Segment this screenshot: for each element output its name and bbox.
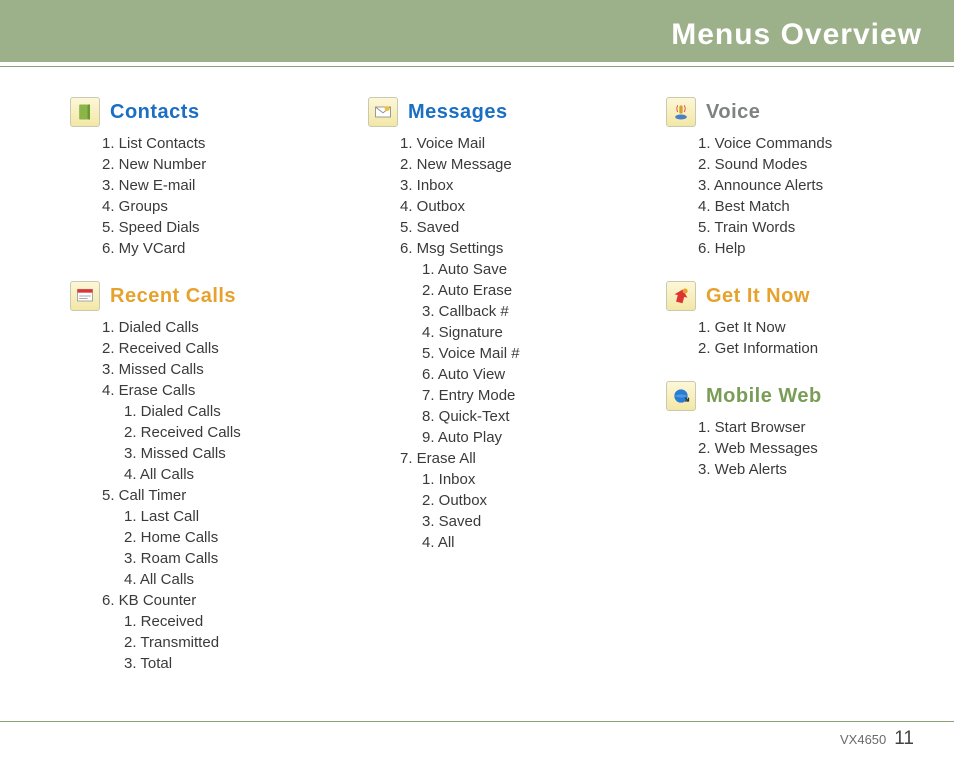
list-item: 3. New E-mail — [102, 175, 298, 196]
list-item: 6. Auto View — [422, 364, 596, 385]
section-voice: Voice 1. Voice Commands2. Sound Modes3. … — [666, 97, 894, 259]
list-item: 4. Best Match — [698, 196, 894, 217]
recent-calls-list: 1. Dialed Calls2. Received Calls3. Misse… — [102, 317, 298, 674]
list-item: 2. Sound Modes — [698, 154, 894, 175]
list-item: 6. Help — [698, 238, 894, 259]
list-item: 4. Signature — [422, 322, 596, 343]
contacts-icon — [70, 97, 100, 127]
section-recent-calls: Recent Calls 1. Dialed Calls2. Received … — [70, 281, 298, 674]
list-item: 2. Transmitted — [124, 632, 298, 653]
list-item: 2. Received Calls — [124, 422, 298, 443]
list-item: 5. Call Timer — [102, 485, 298, 506]
list-item: 3. Missed Calls — [102, 359, 298, 380]
section-get-it-now: Get It Now 1. Get It Now2. Get Informati… — [666, 281, 894, 359]
list-item: 2. Outbox — [422, 490, 596, 511]
list-item: 9. Auto Play — [422, 427, 596, 448]
section-title-get-it-now: Get It Now — [706, 285, 810, 308]
mobile-web-icon — [666, 381, 696, 411]
list-item: 1. Get It Now — [698, 317, 894, 338]
list-item: 1. Last Call — [124, 506, 298, 527]
model-label: VX4650 — [840, 732, 886, 747]
section-title-messages: Messages — [408, 101, 508, 124]
list-item: 1. Inbox — [422, 469, 596, 490]
section-contacts: Contacts 1. List Contacts2. New Number3.… — [70, 97, 298, 259]
list-item: 3. Announce Alerts — [698, 175, 894, 196]
list-item: 6. Msg Settings — [400, 238, 596, 259]
list-item: 3. Total — [124, 653, 298, 674]
column-3: Voice 1. Voice Commands2. Sound Modes3. … — [666, 97, 894, 696]
list-item: 2. New Message — [400, 154, 596, 175]
sub-list: 1. Received2. Transmitted3. Total — [124, 611, 298, 674]
list-item: 7. Entry Mode — [422, 385, 596, 406]
contacts-list: 1. List Contacts2. New Number3. New E-ma… — [102, 133, 298, 259]
list-item: 1. Voice Commands — [698, 133, 894, 154]
mobile-web-list: 1. Start Browser2. Web Messages3. Web Al… — [698, 417, 894, 480]
list-item: 2. Received Calls — [102, 338, 298, 359]
list-item: 5. Speed Dials — [102, 217, 298, 238]
list-item: 3. Roam Calls — [124, 548, 298, 569]
recent-calls-icon — [70, 281, 100, 311]
get-it-now-icon — [666, 281, 696, 311]
footer: VX4650 11 — [840, 728, 914, 750]
column-1: Contacts 1. List Contacts2. New Number3.… — [70, 97, 298, 696]
section-title-recent-calls: Recent Calls — [110, 285, 236, 308]
section-title-contacts: Contacts — [110, 101, 200, 124]
list-item: 1. Dialed Calls — [102, 317, 298, 338]
list-item: 7. Erase All — [400, 448, 596, 469]
divider-bottom — [0, 721, 954, 722]
page-number: 11 — [894, 728, 914, 750]
list-item: 6. KB Counter — [102, 590, 298, 611]
list-item: 2. Auto Erase — [422, 280, 596, 301]
sub-list: 1. Last Call2. Home Calls3. Roam Calls4.… — [124, 506, 298, 590]
section-title-mobile-web: Mobile Web — [706, 385, 822, 408]
list-item: 4. Erase Calls — [102, 380, 298, 401]
list-item: 2. New Number — [102, 154, 298, 175]
list-item: 1. Start Browser — [698, 417, 894, 438]
section-mobile-web: Mobile Web 1. Start Browser2. Web Messag… — [666, 381, 894, 480]
messages-list: 1. Voice Mail2. New Message3. Inbox4. Ou… — [400, 133, 596, 553]
list-item: 4. All Calls — [124, 569, 298, 590]
list-item: 1. Auto Save — [422, 259, 596, 280]
list-item: 2. Home Calls — [124, 527, 298, 548]
list-item: 5. Saved — [400, 217, 596, 238]
sub-list: 1. Dialed Calls2. Received Calls3. Misse… — [124, 401, 298, 485]
list-item: 3. Saved — [422, 511, 596, 532]
section-messages: Messages 1. Voice Mail2. New Message3. I… — [368, 97, 596, 553]
list-item: 1. List Contacts — [102, 133, 298, 154]
list-item: 1. Voice Mail — [400, 133, 596, 154]
column-2: Messages 1. Voice Mail2. New Message3. I… — [368, 97, 596, 696]
list-item: 3. Inbox — [400, 175, 596, 196]
list-item: 1. Received — [124, 611, 298, 632]
list-item: 5. Voice Mail # — [422, 343, 596, 364]
list-item: 5. Train Words — [698, 217, 894, 238]
messages-icon — [368, 97, 398, 127]
list-item: 3. Callback # — [422, 301, 596, 322]
voice-icon — [666, 97, 696, 127]
get-it-now-list: 1. Get It Now2. Get Information — [698, 317, 894, 359]
page-title: Menus Overview — [671, 18, 922, 52]
list-item: 2. Get Information — [698, 338, 894, 359]
list-item: 4. Groups — [102, 196, 298, 217]
list-item: 4. Outbox — [400, 196, 596, 217]
list-item: 6. My VCard — [102, 238, 298, 259]
list-item: 2. Web Messages — [698, 438, 894, 459]
list-item: 3. Web Alerts — [698, 459, 894, 480]
list-item: 8. Quick-Text — [422, 406, 596, 427]
section-title-voice: Voice — [706, 101, 760, 124]
header-band: Menus Overview — [0, 0, 954, 62]
list-item: 3. Missed Calls — [124, 443, 298, 464]
sub-list: 1. Auto Save2. Auto Erase3. Callback #4.… — [422, 259, 596, 448]
list-item: 4. All — [422, 532, 596, 553]
voice-list: 1. Voice Commands2. Sound Modes3. Announ… — [698, 133, 894, 259]
content-grid: Contacts 1. List Contacts2. New Number3.… — [0, 67, 954, 706]
sub-list: 1. Inbox2. Outbox3. Saved4. All — [422, 469, 596, 553]
list-item: 1. Dialed Calls — [124, 401, 298, 422]
list-item: 4. All Calls — [124, 464, 298, 485]
